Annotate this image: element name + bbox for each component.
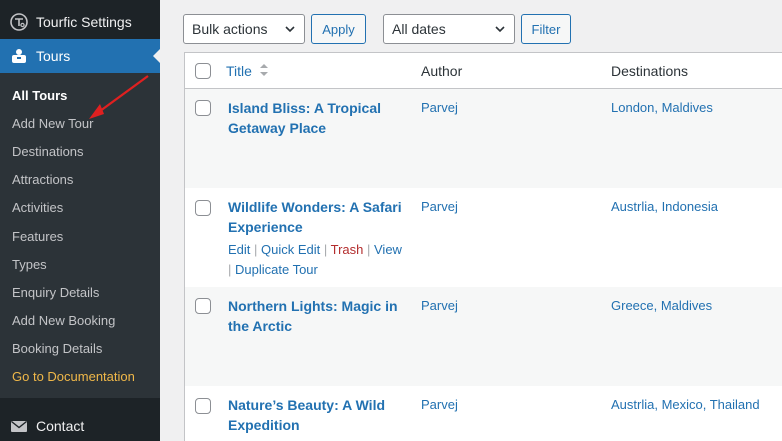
author-link[interactable]: Parvej bbox=[421, 397, 458, 412]
column-destinations: Destinations bbox=[611, 63, 689, 79]
duplicate-tour-link[interactable]: Duplicate Tour bbox=[235, 262, 318, 277]
row-checkbox[interactable] bbox=[195, 100, 211, 116]
destinations-links[interactable]: Austrlia, Indonesia bbox=[611, 199, 718, 214]
table-row: Nature’s Beauty: A Wild Expedition Parve… bbox=[185, 386, 782, 441]
submenu-types[interactable]: Types bbox=[0, 250, 160, 278]
filter-button[interactable]: Filter bbox=[521, 14, 571, 44]
submenu-booking-details[interactable]: Booking Details bbox=[0, 335, 160, 363]
row-checkbox[interactable] bbox=[195, 200, 211, 216]
tours-table: Title Author Destinations Island Bliss: … bbox=[184, 52, 782, 441]
apply-button[interactable]: Apply bbox=[311, 14, 366, 44]
menu-tourfic-settings[interactable]: Tourfic Settings bbox=[0, 5, 160, 39]
submenu-add-new-booking[interactable]: Add New Booking bbox=[0, 307, 160, 335]
submenu-features[interactable]: Features bbox=[0, 222, 160, 250]
row-checkbox[interactable] bbox=[195, 398, 211, 414]
dates-select[interactable]: All dates bbox=[383, 14, 515, 44]
tours-submenu: All Tours Add New Tour Destinations Attr… bbox=[0, 73, 160, 398]
select-all-checkbox[interactable] bbox=[195, 63, 211, 79]
submenu-all-tours[interactable]: All Tours bbox=[0, 81, 160, 109]
submenu-add-new-tour[interactable]: Add New Tour bbox=[0, 109, 160, 137]
tour-title-link[interactable]: Island Bliss: A Tropical Getaway Place bbox=[228, 99, 403, 138]
row-checkbox[interactable] bbox=[195, 298, 211, 314]
bulk-actions-value: Bulk actions bbox=[192, 21, 268, 37]
menu-label: Contact bbox=[36, 418, 85, 434]
tourfic-logo-icon bbox=[8, 11, 30, 33]
view-link[interactable]: View bbox=[374, 242, 402, 257]
edit-link[interactable]: Edit bbox=[228, 242, 250, 257]
chevron-down-icon bbox=[495, 26, 505, 33]
tour-title-link[interactable]: Nature’s Beauty: A Wild Expedition bbox=[228, 396, 403, 435]
quick-edit-link[interactable]: Quick Edit bbox=[261, 242, 320, 257]
main-content: Bulk actions Apply All dates Filter Titl… bbox=[160, 0, 782, 441]
submenu-activities[interactable]: Activities bbox=[0, 194, 160, 222]
row-actions: Edit | Quick Edit | Trash | View | Dupli… bbox=[228, 242, 402, 277]
submenu-enquiry-details[interactable]: Enquiry Details bbox=[0, 278, 160, 306]
chevron-down-icon bbox=[285, 26, 295, 33]
tour-title-link[interactable]: Northern Lights: Magic in the Arctic bbox=[228, 297, 403, 336]
trash-link[interactable]: Trash bbox=[331, 242, 364, 257]
column-author: Author bbox=[421, 63, 463, 79]
column-title[interactable]: Title bbox=[226, 63, 252, 79]
destinations-links[interactable]: London, Maldives bbox=[611, 100, 713, 115]
tours-icon bbox=[8, 45, 30, 67]
tour-title-link[interactable]: Wildlife Wonders: A Safari Experience bbox=[228, 198, 403, 237]
destinations-links[interactable]: Greece, Maldives bbox=[611, 298, 712, 313]
author-link[interactable]: Parvej bbox=[421, 298, 458, 313]
author-link[interactable]: Parvej bbox=[421, 199, 458, 214]
submenu-destinations[interactable]: Destinations bbox=[0, 137, 160, 165]
menu-label: Tours bbox=[36, 48, 71, 64]
author-link[interactable]: Parvej bbox=[421, 100, 458, 115]
menu-tours[interactable]: Tours bbox=[0, 39, 160, 73]
sort-icon[interactable] bbox=[259, 62, 269, 78]
table-row: Island Bliss: A Tropical Getaway Place P… bbox=[185, 89, 782, 188]
bulk-actions-select[interactable]: Bulk actions bbox=[183, 14, 305, 44]
admin-sidebar: Tourfic Settings Tours All Tours Add New… bbox=[0, 0, 160, 441]
menu-contact[interactable]: Contact bbox=[0, 409, 160, 441]
submenu-documentation[interactable]: Go to Documentation bbox=[0, 363, 160, 391]
destinations-links[interactable]: Austrlia, Mexico, Thailand bbox=[611, 397, 760, 412]
table-header: Title Author Destinations bbox=[185, 53, 782, 89]
submenu-attractions[interactable]: Attractions bbox=[0, 166, 160, 194]
table-row: Northern Lights: Magic in the Arctic Par… bbox=[185, 287, 782, 386]
table-row: Wildlife Wonders: A Safari Experience Pa… bbox=[185, 188, 782, 287]
envelope-icon bbox=[8, 415, 30, 437]
dates-value: All dates bbox=[392, 21, 446, 37]
menu-label: Tourfic Settings bbox=[36, 14, 132, 30]
